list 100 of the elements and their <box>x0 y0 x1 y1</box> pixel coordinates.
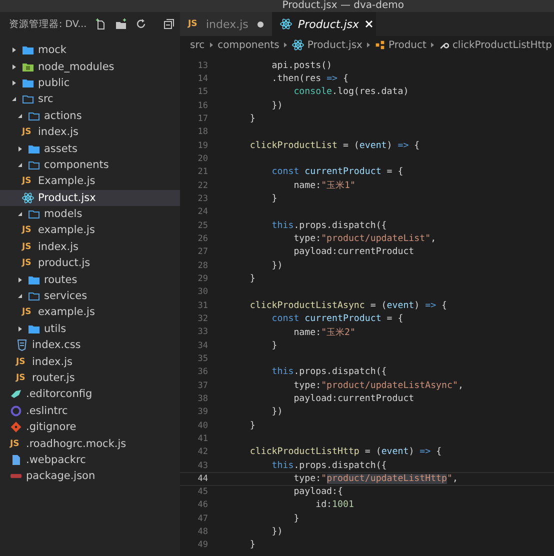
css-file-icon <box>16 339 28 352</box>
line-number: 15 <box>196 87 208 98</box>
tree-item[interactable]: index.css <box>0 337 180 354</box>
code-line: api.posts() <box>270 60 332 71</box>
line-number: 13 <box>196 60 208 71</box>
expand-arrow-icon <box>11 64 17 70</box>
close-icon <box>365 20 373 28</box>
breadcrumb-item[interactable]: components <box>218 40 280 50</box>
line-number: 48 <box>196 527 208 538</box>
breadcrumb-item[interactable]: Product <box>388 40 426 50</box>
code-line: }) <box>270 407 283 418</box>
wrench-icon <box>439 40 450 50</box>
line-number: 18 <box>196 127 208 138</box>
tree-item[interactable]: services <box>0 288 180 304</box>
tree-item[interactable]: .editorconfig <box>0 386 180 403</box>
code-line: .then(res => { <box>270 74 348 84</box>
expand-arrow-icon <box>11 80 17 86</box>
editor-tab[interactable]: JS index.js <box>180 12 272 36</box>
tree-item[interactable]: JS router.js <box>0 370 180 386</box>
js-file-icon: JS <box>188 19 200 29</box>
js-file-icon: JS <box>22 242 34 252</box>
code-line: } <box>248 420 256 431</box>
line-number: 28 <box>196 260 208 271</box>
atom-icon <box>280 18 292 30</box>
expand-arrow-icon <box>17 326 23 332</box>
line-number: 26 <box>196 234 208 244</box>
tree-item[interactable]: .gitignore <box>0 418 180 436</box>
code-line: type:"product/updateListHttp", <box>292 474 458 484</box>
atom-icon <box>22 192 34 204</box>
tree-item[interactable]: JS product.js <box>0 255 180 272</box>
line-number: 38 <box>196 394 208 404</box>
code-line: type:"product/updateList", <box>292 234 436 244</box>
line-number: 34 <box>196 340 208 351</box>
line-number: 30 <box>196 287 208 298</box>
tree-item[interactable]: .eslintrc <box>0 402 180 419</box>
line-number: 33 <box>196 327 208 338</box>
collapse-arrow-icon <box>17 162 23 168</box>
code-line: type:"product/updateListAsync", <box>292 380 464 391</box>
folder-icon <box>28 208 40 220</box>
line-number: 39 <box>196 407 208 418</box>
folder-icon <box>22 93 34 106</box>
folder-icon <box>28 142 40 155</box>
tree-item[interactable]: routes <box>0 271 180 288</box>
tree-item[interactable]: mock <box>0 42 180 58</box>
unsaved-dot-icon <box>257 20 264 28</box>
js-file-icon: JS <box>22 225 34 236</box>
expand-arrow-icon <box>17 146 23 152</box>
code-line: }) <box>270 260 283 271</box>
line-number: 29 <box>196 274 208 284</box>
breadcrumb-item[interactable]: clickProductListHttp <box>452 40 552 50</box>
tree-item[interactable]: JS index.js <box>0 353 180 370</box>
js-file-icon: JS <box>16 356 28 367</box>
chevron-right-icon <box>208 42 214 48</box>
tree-item[interactable]: assets <box>0 140 180 157</box>
window-title: Product.jsx — dva-demo <box>282 0 404 12</box>
tree-item[interactable]: components <box>0 156 180 174</box>
tree-item[interactable]: src <box>0 91 180 108</box>
line-number: 27 <box>196 247 208 258</box>
tree-item[interactable]: JS example.js <box>0 304 180 321</box>
editor-tab[interactable]: Product.jsx <box>272 12 376 36</box>
tree-item[interactable]: utils <box>0 320 180 338</box>
new-folder-icon <box>114 18 127 30</box>
tree-item[interactable]: public <box>0 74 180 92</box>
code-line: clickProductListAsync = (event) => { <box>248 300 448 311</box>
line-number: 41 <box>196 434 208 444</box>
line-number: 44 <box>196 474 208 484</box>
code-line: } <box>248 540 256 550</box>
js-file-icon: JS <box>22 307 34 318</box>
folder-icon <box>28 158 40 171</box>
tree-item[interactable]: JS index.js <box>0 124 180 140</box>
expand-arrow-icon <box>11 47 17 54</box>
tree-item[interactable]: package.json <box>0 468 180 485</box>
collapse-arrow-icon <box>11 96 17 102</box>
atom-icon <box>292 39 304 51</box>
line-number: 36 <box>196 367 208 378</box>
tree-item[interactable]: models <box>0 206 180 222</box>
tree-item[interactable]: JS example.js <box>0 222 180 239</box>
code-line: }) <box>270 100 283 111</box>
breadcrumb-item[interactable]: src <box>190 40 205 50</box>
line-number: 17 <box>196 114 208 124</box>
tree-item[interactable]: JS Example.js <box>0 173 180 190</box>
code-line: name:"玉米2" <box>292 326 356 339</box>
breadcrumb-item[interactable]: Product.jsx <box>307 40 362 50</box>
tree-item[interactable]: Product.jsx <box>0 190 180 206</box>
tree-item[interactable]: actions <box>0 108 180 124</box>
code-line: name:"玉米1" <box>292 180 356 192</box>
line-number: 49 <box>196 540 208 550</box>
code-line: payload:{ <box>292 487 343 498</box>
code-line: clickProductListHttp = (event) => { <box>248 447 442 458</box>
tree-item[interactable]: JS index.js <box>0 238 180 256</box>
line-number: 14 <box>196 74 208 84</box>
code-line: this.props.dispatch({ <box>270 220 387 231</box>
tree-item[interactable]: node_modules <box>0 58 180 75</box>
chevron-right-icon <box>430 42 436 48</box>
line-number: 24 <box>196 207 208 218</box>
tree-item[interactable]: .webpackrc <box>0 452 180 468</box>
line-number: 23 <box>196 194 208 204</box>
tree-item[interactable]: JS .roadhogrc.mock.js <box>0 435 180 452</box>
code-line: payload:currentProduct <box>292 394 414 404</box>
line-number: 40 <box>196 420 208 431</box>
